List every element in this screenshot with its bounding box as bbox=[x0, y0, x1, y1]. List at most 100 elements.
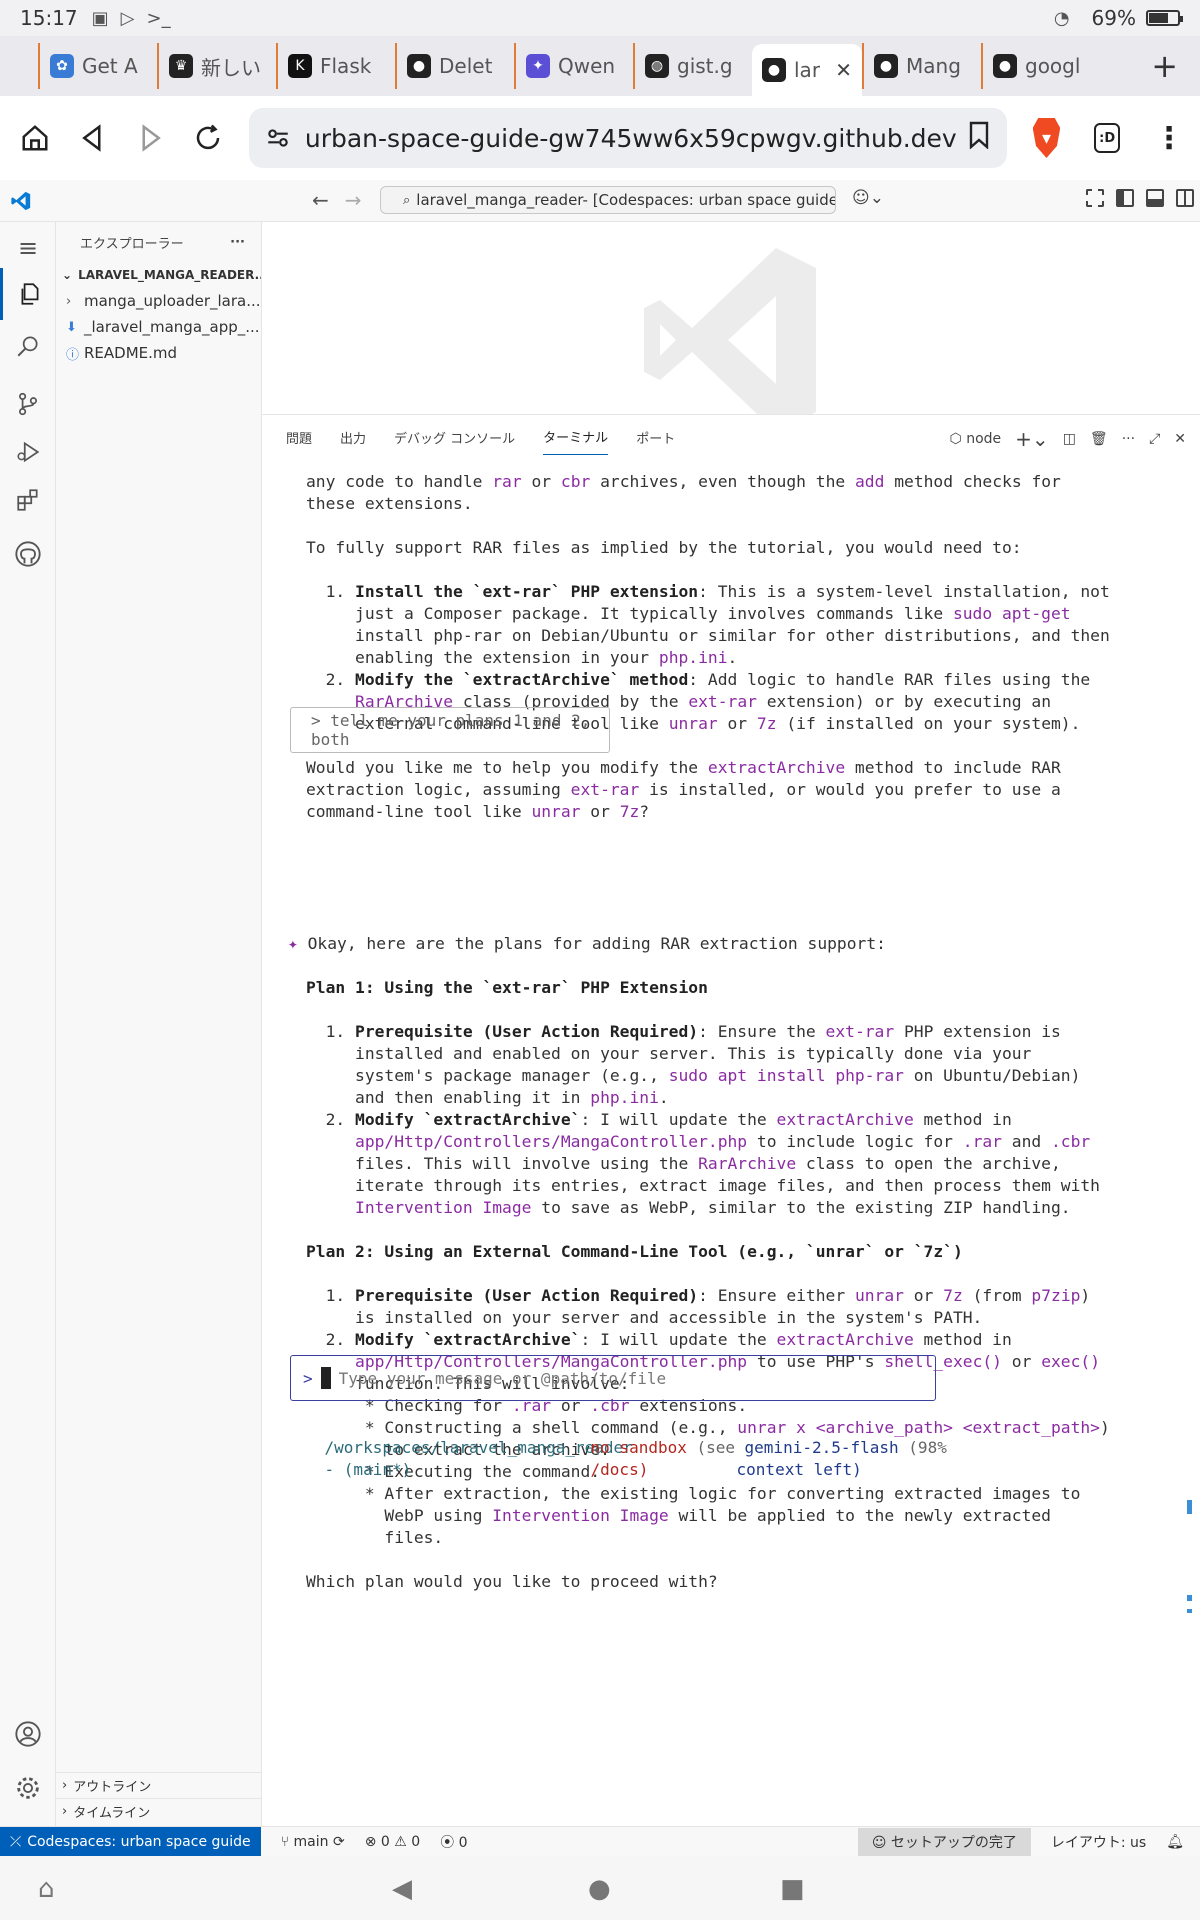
address-bar[interactable]: urban-space-guide-gw745ww6x59cpwgv.githu… bbox=[248, 108, 1007, 168]
github-icon[interactable] bbox=[0, 528, 56, 580]
copilot-icon[interactable]: ☺⌄ bbox=[852, 188, 884, 208]
explorer-item-readme[interactable]: ⓘ README.md bbox=[56, 340, 261, 366]
extension-button[interactable]: :D bbox=[1094, 123, 1121, 153]
android-back-icon[interactable]: ◀ bbox=[392, 1874, 412, 1904]
brave-shields-icon[interactable]: ▾ bbox=[1032, 118, 1061, 158]
more-icon[interactable]: ··· bbox=[1122, 431, 1135, 447]
battery-percent: 69% bbox=[1091, 6, 1136, 30]
chevron-down-icon: ⌄ bbox=[62, 268, 73, 282]
remote-indicator[interactable]: ⤫ Codespaces: urban space guide bbox=[0, 1826, 261, 1857]
tab-terminal[interactable]: ターミナル bbox=[543, 419, 609, 455]
nav-forward-icon[interactable]: → bbox=[345, 188, 378, 212]
scrollbar-marker[interactable] bbox=[1187, 1595, 1192, 1601]
maximize-icon[interactable]: ⤢ bbox=[1149, 431, 1160, 447]
settings-gear-icon[interactable] bbox=[0, 1762, 56, 1814]
split-terminal-icon[interactable]: ◫ bbox=[1063, 431, 1076, 447]
android-status-bar: 15:17 ▣ ▷ >_ ◔ 69% bbox=[0, 0, 1200, 36]
command-center[interactable]: ⌕ laravel_manga_reader- [Codespaces: urb… bbox=[380, 186, 836, 214]
toggle-secondary-sidebar-icon[interactable] bbox=[1176, 189, 1194, 207]
git-branch[interactable]: ⑂ main ⟳ bbox=[281, 1834, 345, 1850]
app-drawer-icon[interactable]: ⌂ bbox=[38, 1874, 55, 1904]
android-home-icon[interactable]: ● bbox=[588, 1874, 611, 1904]
browser-tab[interactable]: ● Mang bbox=[862, 43, 981, 89]
toggle-panel-icon[interactable] bbox=[1146, 189, 1164, 207]
browser-menu-icon[interactable]: ⋮ bbox=[1154, 121, 1184, 156]
tab-debug-console[interactable]: デバッグ コンソール bbox=[394, 420, 515, 455]
cli-footer-branch: - (main*) bbox=[286, 1437, 412, 1503]
run-debug-icon[interactable] bbox=[0, 426, 56, 478]
sandbox-info-2: /docs) bbox=[552, 1437, 649, 1503]
forward-button[interactable] bbox=[131, 112, 169, 164]
clock: 15:17 bbox=[20, 6, 78, 30]
trash-icon[interactable]: 🗑 bbox=[1090, 431, 1108, 447]
explorer-item-laravel-manga-app[interactable]: ⬇ _laravel_manga_app_... bbox=[56, 314, 261, 340]
image-icon: ▣ bbox=[91, 7, 109, 29]
browser-tab[interactable]: K Flask bbox=[276, 43, 395, 89]
menu-icon[interactable]: ≡ bbox=[0, 222, 56, 274]
copilot-icon: ☺ bbox=[871, 1834, 887, 1851]
back-button[interactable] bbox=[74, 112, 112, 164]
layout-controls bbox=[1086, 189, 1194, 207]
tab-output[interactable]: 出力 bbox=[340, 420, 366, 455]
account-icon[interactable] bbox=[0, 1708, 56, 1760]
browser-tab[interactable]: ● googl bbox=[981, 43, 1100, 89]
history-nav[interactable]: ←→ bbox=[312, 188, 378, 212]
vscode-watermark-icon bbox=[644, 248, 816, 432]
search-sidebar-icon[interactable] bbox=[0, 320, 56, 372]
browser-tab[interactable]: ◍ gist.g bbox=[633, 43, 752, 89]
github-icon: ● bbox=[407, 54, 431, 78]
source-control-icon[interactable] bbox=[0, 378, 56, 430]
tab-problems[interactable]: 問題 bbox=[286, 420, 312, 455]
wifi-icon: ◔ bbox=[1053, 7, 1070, 29]
tab-label: googl bbox=[1025, 54, 1081, 78]
site-settings-icon[interactable] bbox=[265, 125, 291, 151]
tab-ports[interactable]: ポート bbox=[636, 420, 675, 455]
browser-tab[interactable]: ● lar ✕ bbox=[752, 44, 862, 96]
vscode-status-bar: ⤫ Codespaces: urban space guide ⑂ main ⟳… bbox=[0, 1826, 1200, 1857]
k-app-icon: K bbox=[288, 54, 312, 78]
bookmark-icon[interactable] bbox=[967, 121, 991, 156]
home-button[interactable] bbox=[16, 112, 54, 164]
reload-button[interactable] bbox=[189, 112, 227, 164]
explorer-sidebar: エクスプローラー ··· ⌄ LARAVEL_MANGA_READER... ›… bbox=[56, 222, 262, 1826]
android-recents-icon[interactable]: ■ bbox=[780, 1874, 805, 1904]
explorer-item-manga-uploader[interactable]: › manga_uploader_lara... bbox=[56, 288, 261, 314]
timeline-section[interactable]: › タイムライン bbox=[56, 1798, 262, 1824]
browser-tab[interactable]: ✿ Get A bbox=[38, 43, 157, 89]
git-branch-info: - (main*) bbox=[324, 1460, 412, 1479]
tab-label: Delet bbox=[439, 54, 493, 78]
explorer-root-folder[interactable]: ⌄ LARAVEL_MANGA_READER... bbox=[56, 262, 261, 288]
reload-icon bbox=[196, 124, 220, 150]
outline-section[interactable]: › アウトライン bbox=[56, 1772, 262, 1798]
node-icon: ⬡ bbox=[949, 431, 962, 447]
browser-tab[interactable]: ✦ Qwen bbox=[514, 43, 633, 89]
new-terminal-icon[interactable]: +⌄ bbox=[1015, 427, 1049, 451]
close-tab-icon[interactable]: ✕ bbox=[835, 58, 852, 82]
scrollbar-marker[interactable] bbox=[1187, 1609, 1192, 1613]
explorer-icon[interactable] bbox=[0, 268, 56, 320]
setup-button[interactable]: ☺ セットアップの完了 bbox=[857, 1827, 1031, 1856]
more-actions-icon[interactable]: ··· bbox=[230, 235, 245, 250]
scrollbar-marker[interactable] bbox=[1187, 1500, 1192, 1514]
chat-input[interactable]: > Type your message or @path/to/file bbox=[290, 1355, 936, 1401]
problems-indicator[interactable]: ⊗ 0 ⚠ 0 bbox=[365, 1834, 421, 1850]
terminal-profile[interactable]: ⬡ node bbox=[950, 431, 1002, 447]
broadcast-icon: ⦿ bbox=[440, 1834, 455, 1851]
customize-layout-icon[interactable] bbox=[1086, 189, 1104, 207]
ports-indicator[interactable]: ⦿ 0 bbox=[440, 1832, 467, 1852]
extensions-icon[interactable] bbox=[0, 474, 56, 526]
chevron-right-icon: › bbox=[62, 1804, 68, 1819]
text-cursor bbox=[320, 1367, 331, 1389]
root-folder-label: LARAVEL_MANGA_READER... bbox=[78, 268, 261, 282]
explorer-item-label: manga_uploader_lara... bbox=[84, 292, 261, 310]
toggle-sidebar-icon[interactable] bbox=[1116, 189, 1134, 207]
new-tab-button[interactable]: + bbox=[1151, 47, 1178, 85]
brave-lion-icon: ♛ bbox=[169, 54, 193, 78]
nav-back-icon[interactable]: ← bbox=[312, 188, 345, 212]
close-icon[interactable]: ✕ bbox=[1174, 431, 1186, 447]
browser-toolbar: urban-space-guide-gw745ww6x59cpwgv.githu… bbox=[0, 96, 1200, 180]
browser-tab[interactable]: ● Delet bbox=[395, 43, 514, 89]
browser-tab[interactable]: ♛ 新しい bbox=[157, 43, 276, 89]
bell-icon[interactable]: 🔔︎ bbox=[1166, 1834, 1184, 1850]
keyboard-layout[interactable]: レイアウト: us bbox=[1051, 1832, 1146, 1852]
